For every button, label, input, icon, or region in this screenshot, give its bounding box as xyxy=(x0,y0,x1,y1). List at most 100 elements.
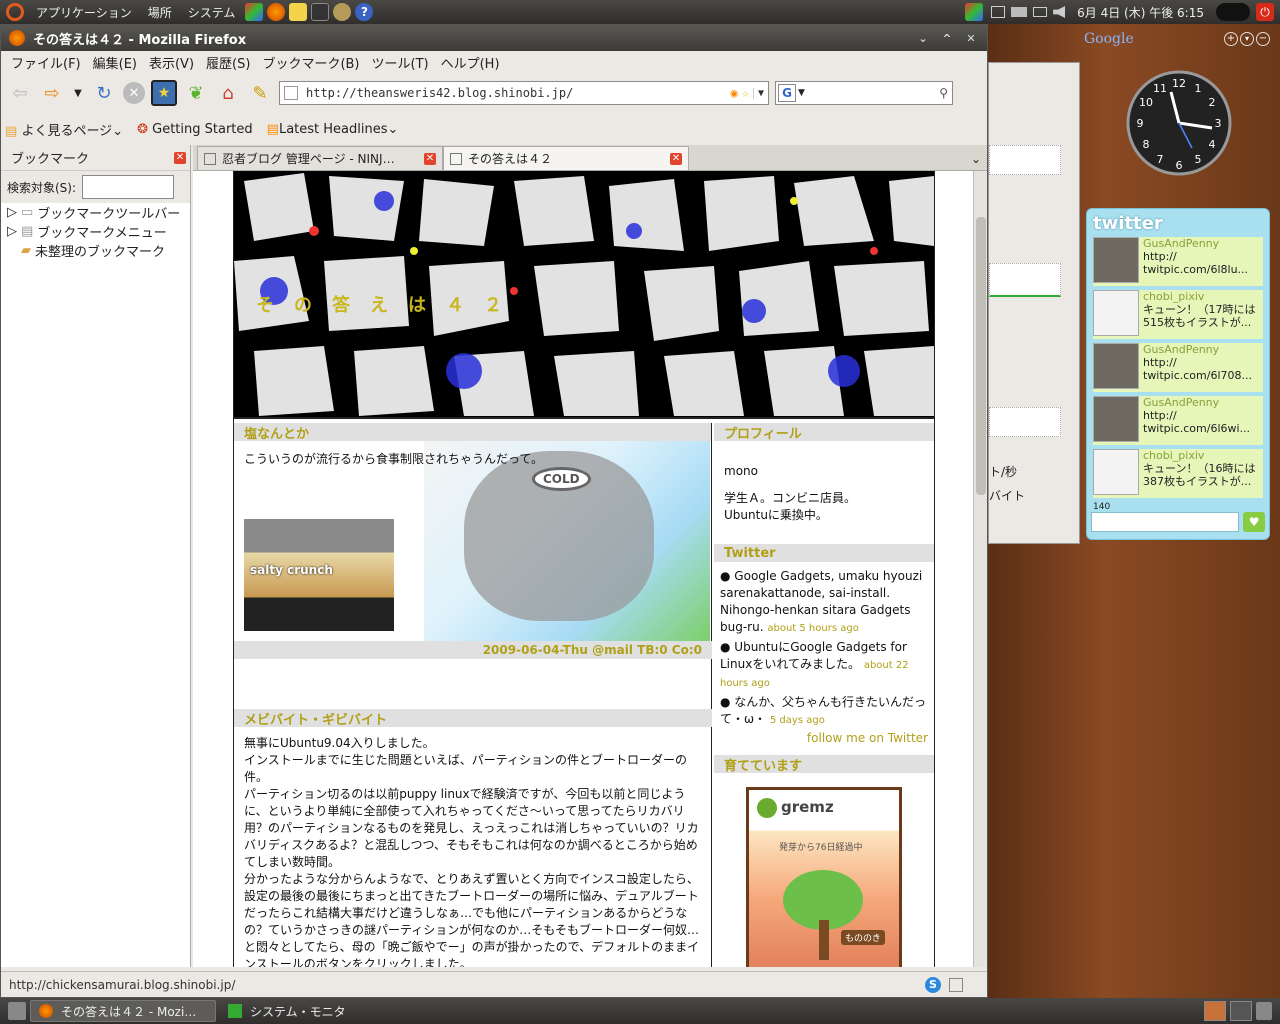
rss-icon[interactable]: ◉ xyxy=(731,86,738,100)
workspace-switcher-2[interactable] xyxy=(1230,1001,1252,1021)
menu-edit[interactable]: 編集(E) xyxy=(87,53,143,72)
tweet-avatar[interactable] xyxy=(1093,449,1139,495)
gadget-tweet[interactable]: GusAndPenny http:// twitpic.com/6l8lu... xyxy=(1093,237,1263,286)
workspace-switcher-1[interactable] xyxy=(1204,1001,1226,1021)
shutdown-icon[interactable]: ⏻ xyxy=(1256,3,1274,21)
tweet-avatar[interactable] xyxy=(1093,343,1139,389)
leaf-addon-icon[interactable]: ❦ xyxy=(183,80,209,106)
tweet-user[interactable]: GusAndPenny xyxy=(1143,396,1219,409)
system-monitor-window[interactable]: ト/秒 バイト xyxy=(988,62,1080,544)
tweet-input[interactable] xyxy=(1091,512,1240,532)
settings-launcher-icon[interactable] xyxy=(333,3,352,21)
ubuntu-logo-icon[interactable] xyxy=(6,3,24,21)
system-menu[interactable]: システム xyxy=(180,4,244,21)
url-bar[interactable]: http://theansweris42.blog.shinobi.jp/ ◉ … xyxy=(279,81,769,105)
gremz-widget[interactable]: gremz 発芽から76日経過中 もののき xyxy=(746,787,902,967)
tweet-avatar[interactable] xyxy=(1093,396,1139,442)
gadget-tweet[interactable]: chobi_pixiv キューン！（17時には515枚もイラストが... xyxy=(1093,290,1263,339)
google-gadget-logo[interactable]: Google xyxy=(1084,31,1134,47)
stop-icon[interactable]: ✕ xyxy=(123,82,145,104)
window-list-icon[interactable] xyxy=(991,6,1006,18)
bookmark-most-visited[interactable]: ▤ よく見るページ⌄ xyxy=(5,120,123,139)
search-bar[interactable]: G ▼ ⚲ xyxy=(775,81,953,105)
close-sidebar-icon[interactable]: ✕ xyxy=(174,151,186,164)
trash-icon[interactable] xyxy=(1256,1002,1272,1020)
twitter-entry-time[interactable]: 5 days ago xyxy=(770,715,825,726)
places-menu[interactable]: 場所 xyxy=(140,4,180,21)
clock[interactable]: 6月 4日 (木) 午後 6:15 xyxy=(1077,4,1204,21)
help-launcher-icon[interactable]: ? xyxy=(355,3,374,21)
menu-tools[interactable]: ツール(T) xyxy=(366,53,435,72)
bookmark-getting-started[interactable]: ❂ Getting Started xyxy=(137,122,253,137)
tweet-user[interactable]: chobi_pixiv xyxy=(1143,290,1204,303)
gadget-tweet[interactable]: chobi_pixiv キューン！（16時には387枚もイラストが... xyxy=(1093,449,1263,498)
site-identity-icon[interactable] xyxy=(284,86,298,100)
twitter-entry-time[interactable]: about 5 hours ago xyxy=(767,623,858,634)
status-page-icon[interactable] xyxy=(949,977,963,992)
close-window-icon[interactable]: ✕ xyxy=(961,29,981,47)
taskbar-system-monitor[interactable]: システム・モニタ xyxy=(220,1000,400,1022)
sidebar-search-input[interactable] xyxy=(82,175,175,199)
tweet-avatar[interactable] xyxy=(1093,290,1139,336)
text-editor-launcher-icon[interactable] xyxy=(289,3,308,21)
tweet-user[interactable]: GusAndPenny xyxy=(1143,343,1219,356)
tab-list-icon[interactable]: ⌄ xyxy=(971,152,981,166)
google-search-engine-icon[interactable]: G xyxy=(778,84,796,102)
blog-title[interactable]: その答えは４２ xyxy=(256,291,522,317)
taskbar-firefox[interactable]: その答えは４２ - Mozi… xyxy=(30,1000,216,1022)
forward-icon[interactable]: ⇨ xyxy=(39,80,65,106)
menu-bookmarks[interactable]: ブックマーク(B) xyxy=(256,53,365,72)
history-dropdown-icon[interactable]: ▼ xyxy=(71,80,85,106)
back-icon[interactable]: ⇦ xyxy=(7,80,33,106)
add-gadget-icon[interactable]: + xyxy=(1224,32,1238,46)
post-title[interactable]: メビバイト・ギビバイト xyxy=(234,709,712,728)
sidebar-item-unsorted[interactable]: ▰ 未整理のブックマーク xyxy=(1,241,190,260)
show-desktop-icon[interactable] xyxy=(8,1002,26,1020)
gadgets-tray-icon[interactable] xyxy=(965,3,984,21)
post-title[interactable]: 塩なんとか xyxy=(234,423,711,442)
tweet-send-button[interactable]: ♥ xyxy=(1243,512,1265,532)
tweet-user[interactable]: GusAndPenny xyxy=(1143,237,1219,250)
url-dropdown-icon[interactable]: ▼ xyxy=(752,87,764,99)
tab-blog[interactable]: その答えは４２ ✕ xyxy=(443,146,689,170)
menu-file[interactable]: ファイル(F) xyxy=(5,53,87,72)
skype-icon[interactable]: S xyxy=(925,976,941,993)
sidebar-item-menu[interactable]: ▷ ▤ ブックマークメニュー xyxy=(1,222,190,241)
bookmark-latest-headlines[interactable]: ▤Latest Headlines⌄ xyxy=(267,122,399,137)
post-footer[interactable]: 2009-06-04-Thu @mail TB:0 Co:0 xyxy=(234,641,712,659)
menu-view[interactable]: 表示(V) xyxy=(143,53,200,72)
search-icon[interactable]: ⚲ xyxy=(939,86,948,100)
gadgets-launcher-icon[interactable] xyxy=(245,3,264,21)
vertical-scrollbar[interactable] xyxy=(973,171,987,967)
tweet-user[interactable]: chobi_pixiv xyxy=(1143,449,1204,462)
network-icon[interactable] xyxy=(1033,7,1048,17)
keyboard-icon[interactable] xyxy=(1011,7,1028,17)
applications-menu[interactable]: アプリケーション xyxy=(28,4,140,21)
new-bookmark-icon[interactable]: ✎ xyxy=(247,80,273,106)
expand-triangle-icon[interactable]: ▷ xyxy=(7,205,17,220)
reload-icon[interactable]: ↻ xyxy=(91,80,117,106)
close-tab-icon[interactable]: ✕ xyxy=(424,152,436,165)
search-engine-dropdown-icon[interactable]: ▼ xyxy=(798,88,805,98)
gadget-tweet[interactable]: GusAndPenny http:// twitpic.com/6l708... xyxy=(1093,343,1263,392)
menu-gadget-icon[interactable]: ▾ xyxy=(1240,32,1254,46)
menu-history[interactable]: 履歴(S) xyxy=(200,53,256,72)
user-avatar[interactable] xyxy=(1216,3,1250,21)
follow-twitter-link[interactable]: follow me on Twitter xyxy=(714,731,934,745)
minimize-icon[interactable]: ^ xyxy=(937,29,957,47)
expand-triangle-icon[interactable]: ▷ xyxy=(7,224,17,239)
sidebar-item-toolbar[interactable]: ▷ ▭ ブックマークツールバー xyxy=(1,203,190,222)
home-icon[interactable]: ⌂ xyxy=(215,80,241,106)
tab-ninja-admin[interactable]: 忍者ブログ 管理ページ - NINJ… ✕ xyxy=(197,146,443,170)
tweet-avatar[interactable] xyxy=(1093,237,1139,283)
gadget-tweet[interactable]: GusAndPenny http:// twitpic.com/6l6wi... xyxy=(1093,396,1263,445)
menu-help[interactable]: ヘルプ(H) xyxy=(435,53,506,72)
bookmarks-sidebar-icon[interactable]: ★ xyxy=(151,80,177,106)
bookmark-star-icon[interactable]: ☆ xyxy=(742,86,749,100)
analog-clock-gadget[interactable]: 12 12 3 4567 8 9 1011 xyxy=(1126,70,1232,176)
collapse-gadget-icon[interactable]: − xyxy=(1256,32,1270,46)
window-titlebar[interactable]: その答えは４２ - Mozilla Firefox ⌄ ^ ✕ xyxy=(1,25,987,51)
close-tab-icon[interactable]: ✕ xyxy=(670,152,682,165)
volume-icon[interactable] xyxy=(1053,6,1066,18)
terminal-launcher-icon[interactable] xyxy=(311,3,330,21)
